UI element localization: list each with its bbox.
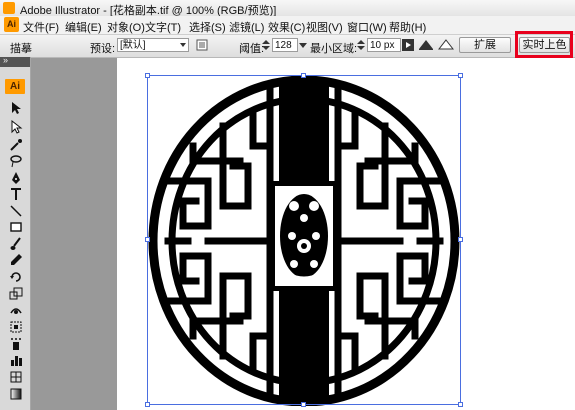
lasso-tool-icon[interactable] xyxy=(9,154,23,168)
selection-bounding-box xyxy=(147,75,461,405)
preset-value: [默认] xyxy=(120,40,146,51)
show-tracing-icon[interactable] xyxy=(418,39,434,51)
resize-handle-left[interactable] xyxy=(145,237,150,242)
scale-tool-icon[interactable] xyxy=(9,287,23,301)
resize-handle-top[interactable] xyxy=(301,73,306,78)
trace-mode-label: 描摹 xyxy=(10,43,32,55)
paintbrush-tool-icon[interactable] xyxy=(9,237,23,251)
expand-button[interactable]: 扩展 xyxy=(459,37,511,53)
title-bar: Adobe Illustrator - [花格副本.tif @ 100% (RG… xyxy=(0,0,575,17)
collapse-icon[interactable]: » xyxy=(3,55,8,65)
threshold-input[interactable]: 128 xyxy=(272,38,298,52)
threshold-dropdown-icon[interactable] xyxy=(299,41,307,49)
gradient-tool-icon[interactable] xyxy=(9,387,23,401)
resize-handle-right[interactable] xyxy=(458,237,463,242)
resize-handle-bottom-right[interactable] xyxy=(458,402,463,407)
min-area-label: 最小区域: xyxy=(310,43,358,55)
column-graph-tool-icon[interactable] xyxy=(9,353,23,367)
menu-bar: Ai 文件(F) 编辑(E) 对象(O) 文字(T) 选择(S) 滤镜(L) 效… xyxy=(0,16,575,35)
tools-panel: » Ai xyxy=(0,55,31,410)
rectangle-tool-icon[interactable] xyxy=(9,220,23,234)
preset-dropdown[interactable]: [默认] xyxy=(117,38,189,52)
symbol-sprayer-tool-icon[interactable] xyxy=(9,337,23,351)
menu-window[interactable]: 窗口(W) xyxy=(347,19,387,35)
ai-badge-icon: Ai xyxy=(5,79,25,94)
rotate-tool-icon[interactable] xyxy=(9,270,23,284)
menu-select[interactable]: 选择(S) xyxy=(189,19,226,35)
menu-help[interactable]: 帮助(H) xyxy=(389,19,426,35)
menu-view[interactable]: 视图(V) xyxy=(306,19,343,35)
menu-object[interactable]: 对象(O) xyxy=(107,19,145,35)
mesh-tool-icon[interactable] xyxy=(9,370,23,384)
magic-wand-tool-icon[interactable] xyxy=(9,138,23,152)
trace-options-icon[interactable] xyxy=(196,39,208,51)
menu-file[interactable]: 文件(F) xyxy=(23,19,59,35)
selection-tool-icon[interactable] xyxy=(9,101,23,115)
preset-label: 预设: xyxy=(90,43,116,55)
min-area-stepper-icon[interactable] xyxy=(357,40,365,50)
chevron-down-icon xyxy=(180,43,186,47)
app-icon xyxy=(3,2,15,14)
menu-filter[interactable]: 滤镜(L) xyxy=(229,19,264,35)
panel-grip[interactable]: » xyxy=(0,55,30,67)
direct-selection-tool-icon[interactable] xyxy=(9,120,23,134)
threshold-label: 阈值: xyxy=(239,43,265,55)
menu-edit[interactable]: 编辑(E) xyxy=(65,19,102,35)
menu-effect[interactable]: 效果(C) xyxy=(268,19,305,35)
show-outline-icon[interactable] xyxy=(438,39,454,51)
min-area-input[interactable]: 10 px xyxy=(367,38,401,52)
type-tool-icon[interactable] xyxy=(9,187,23,201)
free-transform-tool-icon[interactable] xyxy=(9,320,23,334)
resize-handle-top-right[interactable] xyxy=(458,73,463,78)
control-bar: 描摹 预设: [默认] 阈值: 128 最小区域: 10 px 扩展 实时上色 xyxy=(0,35,575,58)
threshold-stepper-icon[interactable] xyxy=(262,40,270,50)
pen-tool-icon[interactable] xyxy=(9,171,23,185)
warp-tool-icon[interactable] xyxy=(9,303,23,317)
menu-type[interactable]: 文字(T) xyxy=(145,19,181,35)
min-area-dropdown-icon[interactable] xyxy=(402,39,414,51)
app-logo-icon: Ai xyxy=(4,17,19,32)
live-paint-highlight xyxy=(515,31,573,58)
pencil-tool-icon[interactable] xyxy=(9,253,23,267)
resize-handle-bottom[interactable] xyxy=(301,402,306,407)
resize-handle-top-left[interactable] xyxy=(145,73,150,78)
resize-handle-bottom-left[interactable] xyxy=(145,402,150,407)
line-tool-icon[interactable] xyxy=(9,204,23,218)
